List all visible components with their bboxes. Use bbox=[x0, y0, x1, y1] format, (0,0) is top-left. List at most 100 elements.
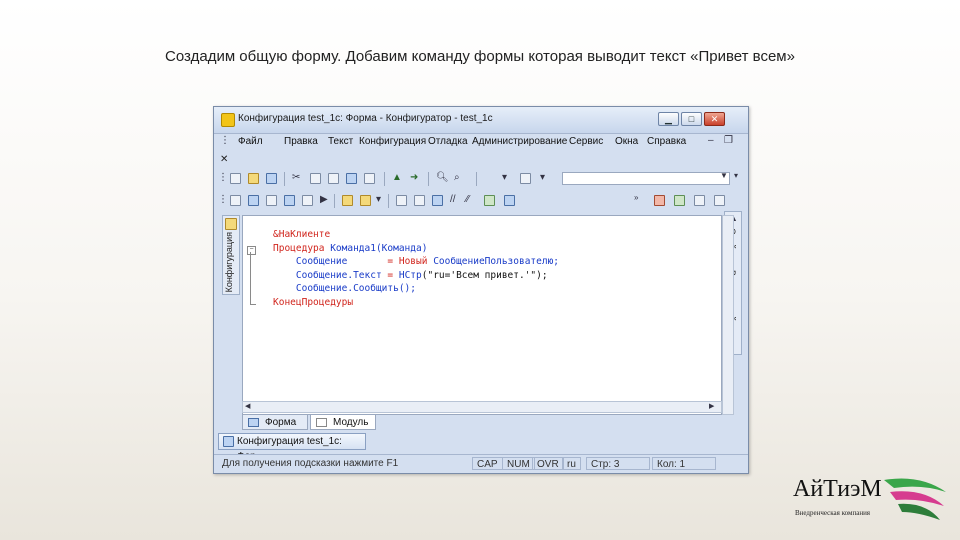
dropdown-icon[interactable]: ▾ bbox=[376, 194, 381, 205]
paste-icon[interactable] bbox=[328, 173, 339, 184]
configurator-window: Конфигурация test_1c: Форма - Конфигурат… bbox=[213, 106, 749, 474]
code-line-1: &НаКлиенте bbox=[273, 229, 331, 240]
status-ovr: OVR bbox=[532, 457, 564, 470]
tab-form-label: Форма bbox=[265, 417, 297, 428]
tree-icon[interactable] bbox=[248, 195, 259, 206]
status-cap: CAP bbox=[472, 457, 503, 470]
mdi-minimize-icon[interactable]: – bbox=[708, 135, 714, 146]
list-icon[interactable] bbox=[230, 195, 241, 206]
logo-tagline: Внедренческая компания bbox=[795, 509, 871, 517]
uncomment-icon[interactable]: ⁄⁄ bbox=[466, 194, 469, 205]
menu-service[interactable]: Сервис bbox=[569, 136, 603, 147]
redo-icon[interactable]: ➜ bbox=[410, 172, 418, 183]
format-icon[interactable] bbox=[414, 195, 425, 206]
save-icon[interactable] bbox=[266, 173, 277, 184]
minimize-button[interactable]: ▁ bbox=[658, 112, 679, 126]
status-row: Стр: 3 bbox=[586, 457, 650, 470]
module-icon bbox=[316, 418, 327, 427]
vertical-scrollbar[interactable] bbox=[722, 215, 734, 415]
step-icon[interactable] bbox=[674, 195, 685, 206]
separator bbox=[284, 172, 285, 186]
separator bbox=[334, 194, 335, 208]
new-icon[interactable] bbox=[230, 173, 241, 184]
undo-icon[interactable]: ▲ bbox=[392, 172, 402, 183]
dropdown-icon[interactable]: ▾ bbox=[502, 172, 507, 183]
menu-administration[interactable]: Администрирование bbox=[472, 136, 567, 147]
preview-icon[interactable] bbox=[364, 173, 375, 184]
code-end-procedure: КонецПроцедуры bbox=[273, 296, 354, 308]
wizard-icon[interactable] bbox=[484, 195, 495, 206]
block-icon[interactable] bbox=[432, 195, 443, 206]
close-row: ✕ bbox=[214, 151, 748, 171]
code-message-text: Сообщение.Текст bbox=[295, 269, 382, 281]
tab-module-label: Модуль bbox=[333, 417, 369, 428]
debug-start-icon[interactable] bbox=[342, 195, 353, 206]
breakpoint-icon[interactable] bbox=[654, 195, 665, 206]
query-icon[interactable] bbox=[504, 195, 515, 206]
overflow-icon[interactable]: » bbox=[634, 193, 638, 202]
toolbar-main: ⋮ ✂ ▲ ➜ 🔍︎ ⌕ ▾ ▾ ▼ ▾ bbox=[214, 169, 748, 189]
step-over-icon[interactable] bbox=[694, 195, 705, 206]
find-icon[interactable]: 🔍︎ bbox=[436, 172, 449, 183]
configuration-tab-label: Конфигурация bbox=[224, 232, 234, 293]
tab-module[interactable]: Модуль bbox=[310, 414, 376, 430]
open-icon[interactable] bbox=[248, 173, 259, 184]
config-icon bbox=[225, 218, 237, 230]
chevron-down-icon[interactable]: ▼ bbox=[720, 171, 728, 180]
toolbar-options-icon[interactable]: ▾ bbox=[734, 171, 738, 180]
toolbar-secondary: ⋮ ▶ ▾ // ⁄⁄ » bbox=[214, 191, 748, 211]
grip-icon: ⋮ bbox=[218, 172, 228, 183]
maximize-button[interactable]: □ bbox=[681, 112, 702, 126]
menu-windows[interactable]: Окна bbox=[615, 136, 638, 147]
status-col: Кол: 1 bbox=[652, 457, 716, 470]
window-title: Конфигурация test_1c: Форма - Конфигурат… bbox=[238, 113, 493, 124]
copy-icon[interactable] bbox=[310, 173, 321, 184]
separator bbox=[388, 194, 389, 208]
menu-debug[interactable]: Отладка bbox=[428, 136, 468, 147]
code-assign: = bbox=[381, 269, 399, 281]
module-icon[interactable] bbox=[302, 195, 313, 206]
menu-configuration[interactable]: Конфигурация bbox=[359, 136, 426, 147]
syntax-check-icon[interactable] bbox=[396, 195, 407, 206]
search-combobox[interactable] bbox=[562, 172, 730, 185]
code-keyword-procedure: Процедура bbox=[273, 242, 325, 254]
fold-toggle[interactable]: − bbox=[247, 246, 256, 255]
app-icon bbox=[221, 113, 235, 127]
comment-icon[interactable]: // bbox=[450, 194, 456, 205]
step-out-icon[interactable] bbox=[714, 195, 725, 206]
menu-edit[interactable]: Правка bbox=[284, 136, 318, 147]
run-icon[interactable]: ▶ bbox=[320, 194, 328, 205]
code-string: ("ru='Всем привет.'"); bbox=[421, 269, 548, 281]
code-editor[interactable]: − &НаКлиенте Процедура Команда1(Команда)… bbox=[242, 215, 722, 415]
horizontal-scrollbar[interactable]: ◀ ▶ bbox=[242, 401, 722, 413]
status-bar: Для получения подсказки нажмите F1 CAP N… bbox=[214, 454, 748, 473]
code-message-send: Сообщение.Сообщить(); bbox=[295, 283, 416, 294]
menu-help[interactable]: Справка bbox=[647, 136, 686, 147]
status-lang: ru bbox=[562, 457, 581, 470]
close-doc-icon[interactable]: ✕ bbox=[220, 154, 228, 165]
properties-icon[interactable] bbox=[284, 195, 295, 206]
print-icon[interactable] bbox=[346, 173, 357, 184]
code-assign: = bbox=[347, 256, 399, 267]
close-button[interactable]: ✕ bbox=[704, 112, 725, 126]
code-nstr: НСтр bbox=[398, 269, 422, 281]
slide-heading: Создадим общую форму. Добавим команду фо… bbox=[165, 48, 795, 65]
bookmark-icon[interactable] bbox=[520, 173, 531, 184]
debug-icon[interactable] bbox=[360, 195, 371, 206]
configuration-panel-tab[interactable]: Конфигурация bbox=[222, 215, 240, 295]
grip-icon: ⋮ bbox=[218, 194, 228, 205]
dropdown-icon[interactable]: ▾ bbox=[540, 172, 545, 183]
cut-icon[interactable]: ✂ bbox=[292, 172, 300, 183]
tab-form[interactable]: Форма bbox=[242, 414, 308, 430]
title-bar[interactable]: Конфигурация test_1c: Форма - Конфигурат… bbox=[214, 107, 748, 134]
window-icon bbox=[223, 436, 234, 447]
scroll-right-icon[interactable]: ▶ bbox=[709, 402, 714, 410]
table-icon[interactable] bbox=[266, 195, 277, 206]
find-next-icon[interactable]: ⌕ bbox=[454, 172, 460, 183]
mdi-restore-icon[interactable]: ❐ bbox=[724, 135, 733, 146]
menu-file[interactable]: Файл bbox=[238, 136, 263, 147]
code-proc-name: Команда1(Команда) bbox=[324, 242, 428, 254]
menu-text[interactable]: Текст bbox=[328, 136, 353, 147]
scroll-left-icon[interactable]: ◀ bbox=[245, 402, 250, 410]
window-taskbar-item[interactable]: Конфигурация test_1c: Фор... bbox=[218, 433, 366, 462]
